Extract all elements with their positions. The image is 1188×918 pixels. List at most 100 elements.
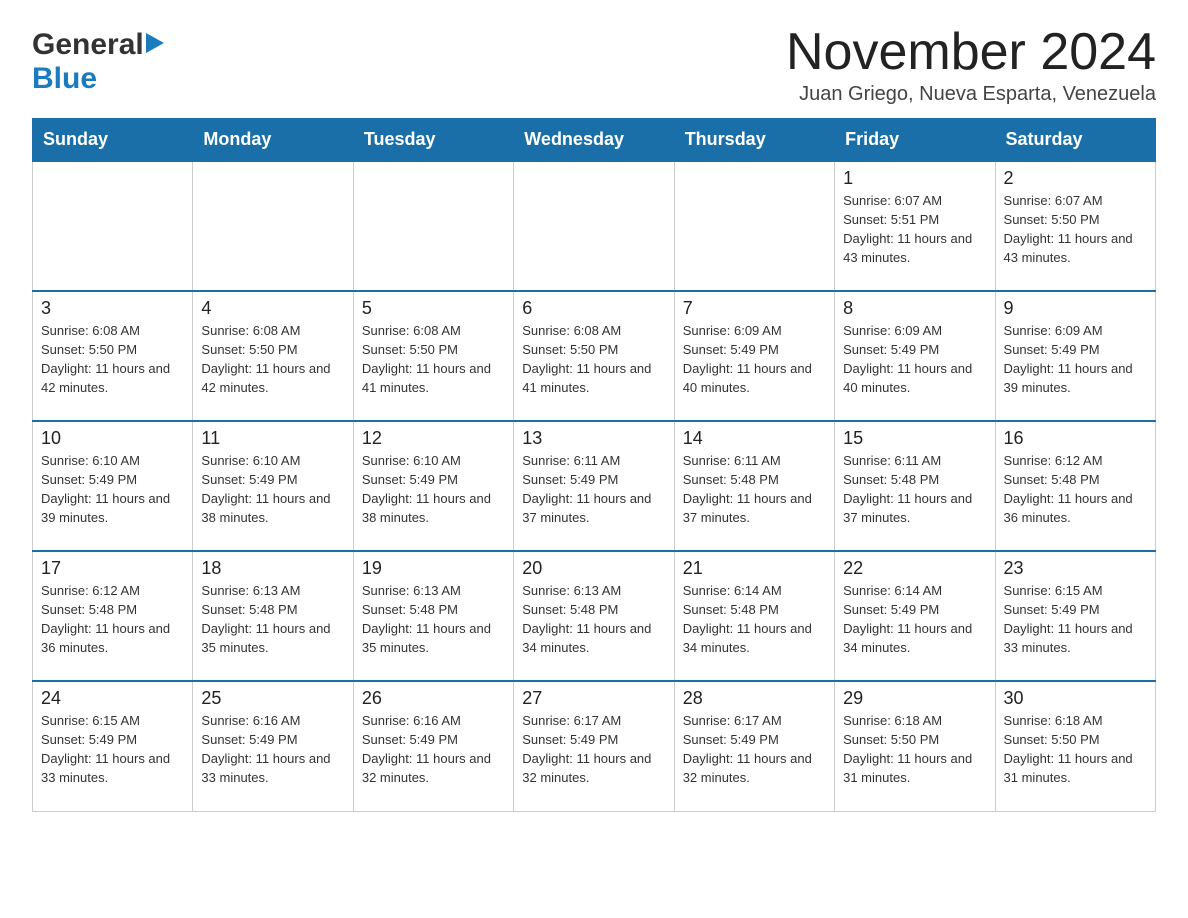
day-info: Sunrise: 6:09 AMSunset: 5:49 PMDaylight:… — [683, 322, 826, 397]
calendar-week-2: 3 Sunrise: 6:08 AMSunset: 5:50 PMDaylight… — [33, 291, 1156, 421]
day-number: 20 — [522, 558, 665, 579]
table-row: 27Sunrise: 6:17 AMSunset: 5:49 PMDayligh… — [514, 681, 674, 811]
day-number: 27 — [522, 688, 665, 709]
day-number: 6 — [522, 298, 665, 319]
day-info: Sunrise: 6:13 AMSunset: 5:48 PMDaylight:… — [201, 582, 344, 657]
table-row — [193, 161, 353, 291]
page-header: General Blue November 2024 Juan Griego, … — [32, 24, 1156, 106]
day-info: Sunrise: 6:14 AMSunset: 5:49 PMDaylight:… — [843, 582, 986, 657]
table-row: 26 Sunrise: 6:16 AMSunset: 5:49 PMDayligh… — [353, 681, 513, 811]
day-number: 16 — [1004, 428, 1147, 449]
logo-general-text: General — [32, 28, 144, 62]
header-saturday: Saturday — [995, 119, 1155, 162]
day-number: 9 — [1004, 298, 1147, 319]
day-number: 2 — [1004, 168, 1147, 189]
day-number: 22 — [843, 558, 986, 579]
table-row: 4 Sunrise: 6:08 AMSunset: 5:50 PMDaylight… — [193, 291, 353, 421]
table-row: 11 Sunrise: 6:10 AMSunset: 5:49 PMDayligh… — [193, 421, 353, 551]
logo-triangle-icon — [146, 33, 164, 53]
table-row: 2 Sunrise: 6:07 AMSunset: 5:50 PMDaylight… — [995, 161, 1155, 291]
day-info: Sunrise: 6:08 AMSunset: 5:50 PMDaylight:… — [522, 322, 665, 397]
day-info: Sunrise: 6:08 AMSunset: 5:50 PMDaylight:… — [41, 322, 184, 397]
day-info: Sunrise: 6:16 AMSunset: 5:49 PMDaylight:… — [201, 712, 344, 787]
day-info: Sunrise: 6:11 AMSunset: 5:48 PMDaylight:… — [843, 452, 986, 527]
table-row — [674, 161, 834, 291]
day-info: Sunrise: 6:14 AMSunset: 5:48 PMDaylight:… — [683, 582, 826, 657]
table-row: 29Sunrise: 6:18 AMSunset: 5:50 PMDayligh… — [835, 681, 995, 811]
day-number: 15 — [843, 428, 986, 449]
day-info: Sunrise: 6:11 AMSunset: 5:49 PMDaylight:… — [522, 452, 665, 527]
table-row: 19 Sunrise: 6:13 AMSunset: 5:48 PMDayligh… — [353, 551, 513, 681]
day-number: 10 — [41, 428, 184, 449]
day-number: 13 — [522, 428, 665, 449]
day-number: 30 — [1004, 688, 1147, 709]
header-wednesday: Wednesday — [514, 119, 674, 162]
table-row: 10 Sunrise: 6:10 AMSunset: 5:49 PMDayligh… — [33, 421, 193, 551]
calendar-week-1: 1 Sunrise: 6:07 AMSunset: 5:51 PMDaylight… — [33, 161, 1156, 291]
header-sunday: Sunday — [33, 119, 193, 162]
table-row: 3 Sunrise: 6:08 AMSunset: 5:50 PMDaylight… — [33, 291, 193, 421]
table-row: 6 Sunrise: 6:08 AMSunset: 5:50 PMDaylight… — [514, 291, 674, 421]
day-info: Sunrise: 6:12 AMSunset: 5:48 PMDaylight:… — [41, 582, 184, 657]
logo: General Blue — [32, 28, 164, 96]
table-row: 30 Sunrise: 6:18 AMSunset: 5:50 PMDayligh… — [995, 681, 1155, 811]
day-info: Sunrise: 6:08 AMSunset: 5:50 PMDaylight:… — [201, 322, 344, 397]
day-number: 25 — [201, 688, 344, 709]
calendar-week-5: 24 Sunrise: 6:15 AMSunset: 5:49 PMDayligh… — [33, 681, 1156, 811]
day-info: Sunrise: 6:10 AMSunset: 5:49 PMDaylight:… — [201, 452, 344, 527]
day-number: 8 — [843, 298, 986, 319]
day-number: 3 — [41, 298, 184, 319]
day-info: Sunrise: 6:11 AMSunset: 5:48 PMDaylight:… — [683, 452, 826, 527]
day-info: Sunrise: 6:07 AMSunset: 5:51 PMDaylight:… — [843, 192, 986, 267]
day-info: Sunrise: 6:09 AMSunset: 5:49 PMDaylight:… — [1004, 322, 1147, 397]
table-row: 16 Sunrise: 6:12 AMSunset: 5:48 PMDayligh… — [995, 421, 1155, 551]
day-number: 19 — [362, 558, 505, 579]
day-number: 4 — [201, 298, 344, 319]
table-row: 17 Sunrise: 6:12 AMSunset: 5:48 PMDayligh… — [33, 551, 193, 681]
table-row: 7 Sunrise: 6:09 AMSunset: 5:49 PMDaylight… — [674, 291, 834, 421]
table-row: 18Sunrise: 6:13 AMSunset: 5:48 PMDayligh… — [193, 551, 353, 681]
header-monday: Monday — [193, 119, 353, 162]
day-info: Sunrise: 6:09 AMSunset: 5:49 PMDaylight:… — [843, 322, 986, 397]
day-info: Sunrise: 6:12 AMSunset: 5:48 PMDaylight:… — [1004, 452, 1147, 527]
day-number: 23 — [1004, 558, 1147, 579]
day-info: Sunrise: 6:16 AMSunset: 5:49 PMDaylight:… — [362, 712, 505, 787]
table-row: 22 Sunrise: 6:14 AMSunset: 5:49 PMDayligh… — [835, 551, 995, 681]
day-info: Sunrise: 6:10 AMSunset: 5:49 PMDaylight:… — [41, 452, 184, 527]
day-number: 24 — [41, 688, 184, 709]
table-row: 20Sunrise: 6:13 AMSunset: 5:48 PMDayligh… — [514, 551, 674, 681]
title-block: November 2024 Juan Griego, Nueva Esparta… — [786, 24, 1156, 106]
day-number: 11 — [201, 428, 344, 449]
day-number: 5 — [362, 298, 505, 319]
day-number: 21 — [683, 558, 826, 579]
day-number: 1 — [843, 168, 986, 189]
day-info: Sunrise: 6:15 AMSunset: 5:49 PMDaylight:… — [1004, 582, 1147, 657]
day-number: 28 — [683, 688, 826, 709]
header-thursday: Thursday — [674, 119, 834, 162]
header-friday: Friday — [835, 119, 995, 162]
location-subtitle: Juan Griego, Nueva Esparta, Venezuela — [786, 83, 1156, 106]
table-row: 23 Sunrise: 6:15 AMSunset: 5:49 PMDayligh… — [995, 551, 1155, 681]
day-number: 12 — [362, 428, 505, 449]
day-info: Sunrise: 6:18 AMSunset: 5:50 PMDaylight:… — [1004, 712, 1147, 787]
table-row: 28Sunrise: 6:17 AMSunset: 5:49 PMDayligh… — [674, 681, 834, 811]
day-info: Sunrise: 6:10 AMSunset: 5:49 PMDaylight:… — [362, 452, 505, 527]
day-number: 7 — [683, 298, 826, 319]
day-info: Sunrise: 6:08 AMSunset: 5:50 PMDaylight:… — [362, 322, 505, 397]
table-row: 14Sunrise: 6:11 AMSunset: 5:48 PMDayligh… — [674, 421, 834, 551]
table-row — [33, 161, 193, 291]
day-info: Sunrise: 6:18 AMSunset: 5:50 PMDaylight:… — [843, 712, 986, 787]
day-info: Sunrise: 6:15 AMSunset: 5:49 PMDaylight:… — [41, 712, 184, 787]
logo-blue-text: Blue — [32, 62, 97, 95]
table-row: 21 Sunrise: 6:14 AMSunset: 5:48 PMDayligh… — [674, 551, 834, 681]
day-number: 26 — [362, 688, 505, 709]
table-row: 25 Sunrise: 6:16 AMSunset: 5:49 PMDayligh… — [193, 681, 353, 811]
day-info: Sunrise: 6:07 AMSunset: 5:50 PMDaylight:… — [1004, 192, 1147, 267]
day-info: Sunrise: 6:13 AMSunset: 5:48 PMDaylight:… — [362, 582, 505, 657]
day-number: 17 — [41, 558, 184, 579]
calendar-week-3: 10 Sunrise: 6:10 AMSunset: 5:49 PMDayligh… — [33, 421, 1156, 551]
table-row: 24 Sunrise: 6:15 AMSunset: 5:49 PMDayligh… — [33, 681, 193, 811]
table-row: 9 Sunrise: 6:09 AMSunset: 5:49 PMDaylight… — [995, 291, 1155, 421]
calendar-table: Sunday Monday Tuesday Wednesday Thursday… — [32, 118, 1156, 812]
page-title: November 2024 — [786, 24, 1156, 81]
